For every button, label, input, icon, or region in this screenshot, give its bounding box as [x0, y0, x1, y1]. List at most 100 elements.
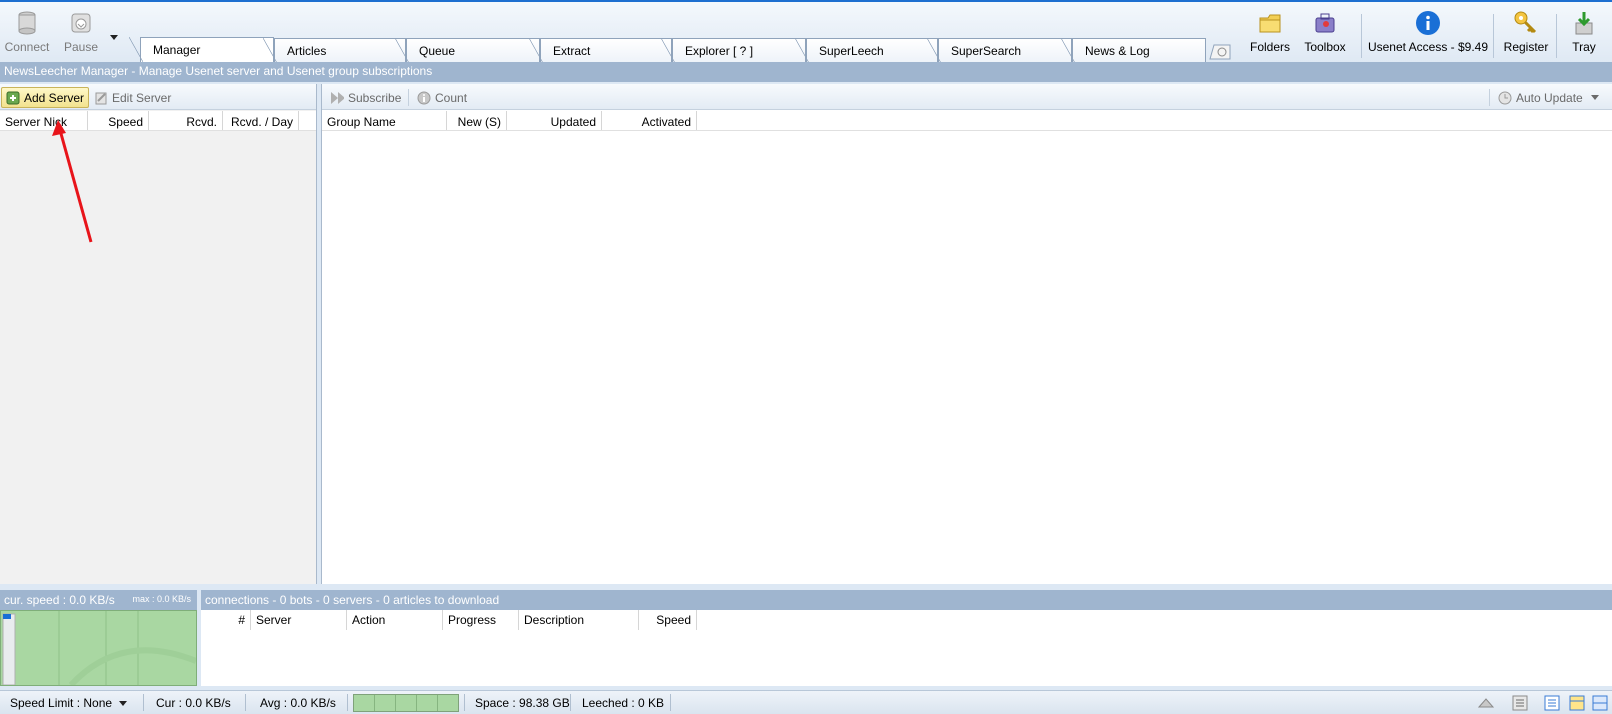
tab-articles[interactable]: Articles	[263, 38, 406, 63]
tab-superleech[interactable]: SuperLeech	[795, 38, 938, 63]
toolbox-button[interactable]: Toolbox	[1300, 10, 1350, 60]
toolbox-label: Toolbox	[1304, 40, 1346, 54]
tab-news-log[interactable]: News & Log	[1061, 38, 1206, 63]
speed-limit-label: Speed Limit : None	[10, 696, 113, 710]
status-separator	[143, 694, 144, 711]
auto-update-icon	[1498, 91, 1512, 104]
status-separator	[245, 694, 246, 711]
group-grid-header: Group Name New (S) Updated Activated	[322, 111, 1612, 131]
edit-server-label: Edit Server	[112, 90, 172, 105]
tray-button[interactable]: Tray	[1562, 10, 1606, 60]
status-separator	[570, 694, 571, 711]
status-separator	[464, 694, 465, 711]
column-conn-speed[interactable]: Speed	[639, 610, 697, 630]
tray-icon	[1571, 10, 1597, 36]
usenet-access-button[interactable]: Usenet Access - $9.49	[1367, 10, 1489, 60]
disk-usage-bar	[353, 694, 459, 712]
add-server-icon	[6, 91, 20, 104]
column-action[interactable]: Action	[347, 610, 443, 630]
pause-label: Pause	[63, 40, 99, 54]
tab-label: SuperLeech	[819, 44, 884, 58]
count-icon	[417, 91, 431, 104]
speed-graph	[0, 610, 198, 688]
toolbar-separator	[1556, 14, 1557, 58]
tab-explorer[interactable]: Explorer [ ? ]	[661, 38, 806, 63]
tab-label: Explorer [ ? ]	[685, 44, 754, 58]
add-server-label: Add Server	[24, 90, 85, 105]
subscribe-icon	[331, 91, 344, 104]
column-number[interactable]: #	[201, 610, 251, 630]
add-server-button[interactable]: Add Server	[1, 87, 90, 108]
new-tab-icon[interactable]	[1208, 43, 1232, 64]
folders-button[interactable]: Folders	[1248, 10, 1292, 60]
connections-grid-header: # Server Action Progress Description Spe…	[201, 610, 697, 630]
group-pane: Subscribe Count Auto Update Group Name N…	[321, 84, 1612, 584]
view-panel-icon[interactable]	[1569, 695, 1585, 714]
tab-label: SuperSearch	[951, 44, 1022, 58]
pause-button[interactable]: Pause	[60, 10, 102, 60]
column-progress[interactable]: Progress	[443, 610, 519, 630]
connections-header: connections - 0 bots - 0 servers - 0 art…	[201, 590, 1612, 610]
toolbar-separator	[1489, 89, 1490, 106]
count-button[interactable]: Count	[413, 87, 471, 108]
view-list-icon[interactable]	[1512, 695, 1528, 714]
tab-manager[interactable]: Manager	[129, 37, 274, 63]
column-rcvd-day[interactable]: Rcvd. / Day	[223, 111, 299, 130]
speed-graph-grid	[2, 611, 198, 688]
tab-extract[interactable]: Extract	[529, 38, 672, 63]
view-split-icon[interactable]	[1592, 695, 1608, 714]
current-rate: Cur : 0.0 KB/s	[156, 696, 231, 710]
main-toolbar: Connect Pause Folders Toolbox Usenet Acc…	[0, 0, 1612, 64]
toolbar-separator	[1493, 14, 1494, 58]
column-updated[interactable]: Updated	[507, 111, 602, 130]
view-details-icon[interactable]	[1544, 695, 1560, 714]
toolbar-separator	[408, 89, 409, 106]
pause-icon	[68, 10, 94, 36]
speed-panel: cur. speed : 0.0 KB/s max : 0.0 KB/s	[0, 590, 198, 688]
connect-label: Connect	[4, 40, 50, 54]
chevron-down-icon	[119, 701, 128, 706]
server-pane: Add Server Edit Server Server Nick Speed…	[0, 84, 317, 584]
info-icon	[1415, 10, 1441, 36]
column-group-name[interactable]: Group Name	[322, 111, 447, 130]
subscribe-button[interactable]: Subscribe	[326, 87, 405, 108]
count-label: Count	[435, 90, 468, 105]
chevron-down-icon	[1590, 94, 1599, 100]
column-server-nick[interactable]: Server Nick	[0, 111, 88, 130]
column-speed[interactable]: Speed	[88, 111, 149, 130]
tab-label: Manager	[153, 43, 201, 57]
server-toolbar: Add Server Edit Server	[0, 84, 316, 110]
column-server[interactable]: Server	[251, 610, 347, 630]
column-rcvd[interactable]: Rcvd.	[149, 111, 223, 130]
folders-label: Folders	[1249, 40, 1290, 54]
usenet-access-label: Usenet Access - $9.49	[1367, 40, 1489, 54]
tab-supersearch[interactable]: SuperSearch	[927, 38, 1072, 63]
space-value: Space : 98.38 GB	[475, 696, 570, 710]
tab-label: Articles	[287, 44, 327, 58]
network-icon[interactable]	[1477, 696, 1495, 713]
edit-server-button[interactable]: Edit Server	[90, 87, 175, 108]
column-description[interactable]: Description	[519, 610, 639, 630]
status-separator	[670, 694, 671, 711]
folder-icon	[1257, 10, 1283, 36]
column-new[interactable]: New (S)	[447, 111, 507, 130]
status-bar: Speed Limit : None Cur : 0.0 KB/s Avg : …	[0, 690, 1612, 714]
pause-dropdown-icon[interactable]	[110, 30, 118, 44]
column-activated[interactable]: Activated	[602, 111, 697, 130]
server-grid-header: Server Nick Speed Rcvd. Rcvd. / Day	[0, 111, 316, 131]
tab-label: Extract	[553, 44, 591, 58]
group-toolbar: Subscribe Count Auto Update	[322, 84, 1612, 110]
tab-queue[interactable]: Queue	[395, 38, 540, 63]
connect-button[interactable]: Connect	[4, 10, 50, 60]
manager-title: NewsLeecher Manager - Manage Usenet serv…	[0, 62, 1612, 82]
tray-label: Tray	[1572, 40, 1596, 54]
edit-server-icon	[95, 92, 107, 104]
speed-limit-dropdown[interactable]: Speed Limit : None	[10, 696, 128, 710]
register-button[interactable]: Register	[1500, 10, 1552, 60]
tab-label: News & Log	[1085, 44, 1150, 58]
auto-update-button[interactable]: Auto Update	[1494, 87, 1603, 108]
tab-label: Queue	[419, 44, 456, 58]
database-icon	[14, 10, 40, 36]
connections-panel: connections - 0 bots - 0 servers - 0 art…	[201, 590, 1612, 686]
auto-update-label: Auto Update	[1516, 90, 1583, 105]
